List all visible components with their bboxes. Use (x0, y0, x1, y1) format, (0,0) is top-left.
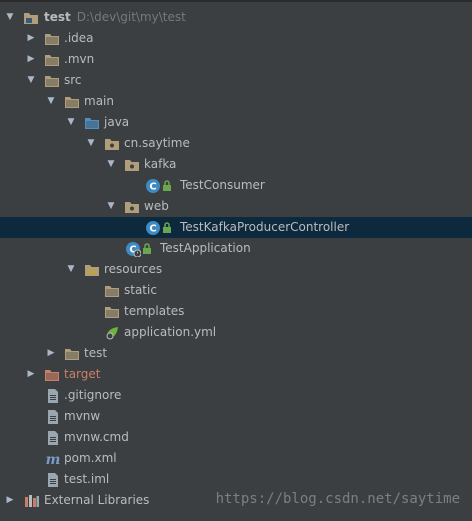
tree-row-label: web (144, 199, 169, 213)
folder-icon (104, 283, 120, 299)
tree-row-label: kafka (144, 157, 177, 171)
tree-row-root[interactable]: ▼ test D:\dev\git\my\test (0, 7, 472, 28)
watermark: https://blog.csdn.net/saytime (215, 491, 460, 507)
source-folder-icon (84, 115, 100, 131)
tree-row-label: main (84, 94, 114, 108)
tree-row-test-application[interactable]: C TestApplication (0, 238, 472, 259)
chevron-right-icon[interactable]: ▶ (25, 28, 37, 49)
tree-row-label: mvnw.cmd (64, 430, 129, 444)
chevron-down-icon[interactable]: ▼ (65, 112, 77, 133)
package-icon (124, 199, 140, 215)
maven-file-icon: m (45, 451, 61, 467)
chevron-right-icon[interactable]: ▶ (4, 490, 16, 511)
tree-row-label: target (64, 367, 101, 381)
chevron-down-icon[interactable]: ▼ (65, 259, 77, 280)
tree-row-test-consumer[interactable]: C TestConsumer (0, 175, 472, 196)
lock-icon (141, 241, 157, 257)
tree-row-java[interactable]: ▼ java (0, 112, 472, 133)
tree-row-gitignore[interactable]: .gitignore (0, 385, 472, 406)
svg-text:C: C (149, 224, 156, 235)
tree-row-pom[interactable]: m pom.xml (0, 448, 472, 469)
tree-row-label: static (124, 283, 157, 297)
tree-row-kafka[interactable]: ▼ kafka (0, 154, 472, 175)
resources-folder-icon (84, 262, 100, 278)
tree-row-label: .mvn (64, 52, 95, 66)
chevron-right-icon[interactable]: ▶ (25, 364, 37, 385)
chevron-right-icon[interactable]: ▶ (25, 49, 37, 70)
chevron-down-icon[interactable]: ▼ (105, 154, 117, 175)
tree-row-controller[interactable]: C TestKafkaProducerController (0, 217, 472, 238)
tree-row-mvnw-cmd[interactable]: mvnw.cmd (0, 427, 472, 448)
tree-row-label: application.yml (124, 325, 217, 339)
tree-row-label: test D:\dev\git\my\test (44, 10, 186, 24)
chevron-down-icon[interactable]: ▼ (25, 70, 37, 91)
tree-row-main[interactable]: ▼ main (0, 91, 472, 112)
tree-row-label: src (64, 73, 82, 87)
tree-row-mvn[interactable]: ▶ .mvn (0, 49, 472, 70)
tree-row-label: TestKafkaProducerController (180, 220, 350, 234)
tree-row-label: mvnw (64, 409, 101, 423)
spring-config-icon (104, 325, 120, 341)
package-icon (104, 136, 120, 152)
tree-row-label: .gitignore (64, 388, 122, 402)
java-class-icon: C (145, 178, 161, 194)
text-file-icon (45, 472, 61, 488)
tree-row-label: test.iml (64, 472, 110, 486)
folder-icon (64, 346, 80, 362)
tree-row-static[interactable]: static (0, 280, 472, 301)
tree-row-resources[interactable]: ▼ resources (0, 259, 472, 280)
tree-row-test[interactable]: ▶ test (0, 343, 472, 364)
module-folder-icon (23, 10, 39, 26)
svg-text:C: C (149, 182, 156, 193)
svg-text:m: m (46, 452, 61, 467)
chevron-right-icon[interactable]: ▶ (45, 343, 57, 364)
tree-row-label: TestApplication (160, 241, 251, 255)
tree-row-label: TestConsumer (180, 178, 265, 192)
folder-icon (44, 31, 60, 47)
tree-row-mvnw[interactable]: mvnw (0, 406, 472, 427)
tree-row-package[interactable]: ▼ cn.saytime (0, 133, 472, 154)
tree-row-label: cn.saytime (124, 136, 190, 150)
tree-row-label: resources (104, 262, 163, 276)
text-file-icon (45, 409, 61, 425)
tree-row-label: pom.xml (64, 451, 117, 465)
text-file-icon (45, 388, 61, 404)
tree-row-test-iml[interactable]: test.iml (0, 469, 472, 490)
tree-row-label: .idea (64, 31, 94, 45)
folder-icon (44, 52, 60, 68)
excluded-folder-icon (44, 367, 60, 383)
spring-boot-class-icon: C (125, 241, 141, 257)
text-file-icon (45, 430, 61, 446)
package-icon (124, 157, 140, 173)
folder-icon (64, 94, 80, 110)
chevron-down-icon[interactable]: ▼ (105, 196, 117, 217)
tree-row-templates[interactable]: templates (0, 301, 472, 322)
folder-icon (104, 304, 120, 320)
tree-row-label: test (84, 346, 108, 360)
lock-icon (161, 220, 177, 236)
tree-row-label: templates (124, 304, 185, 318)
libraries-icon (24, 493, 40, 509)
tree-row-target[interactable]: ▶ target (0, 364, 472, 385)
folder-icon (44, 73, 60, 89)
chevron-down-icon[interactable]: ▼ (85, 133, 97, 154)
chevron-down-icon[interactable]: ▼ (4, 7, 16, 28)
tree-row-idea[interactable]: ▶ .idea (0, 28, 472, 49)
tree-row-label: External Libraries (44, 493, 150, 507)
chevron-down-icon[interactable]: ▼ (45, 91, 57, 112)
project-path: D:\dev\git\my\test (76, 10, 186, 24)
lock-icon (161, 178, 177, 194)
project-tree[interactable]: ▼ test D:\dev\git\my\test ▶ .idea ▶ .mvn … (0, 0, 472, 521)
tree-row-src[interactable]: ▼ src (0, 70, 472, 91)
tree-row-web[interactable]: ▼ web (0, 196, 472, 217)
tree-row-label: java (104, 115, 130, 129)
java-class-icon: C (145, 220, 161, 236)
tree-row-application-yml[interactable]: application.yml (0, 322, 472, 343)
